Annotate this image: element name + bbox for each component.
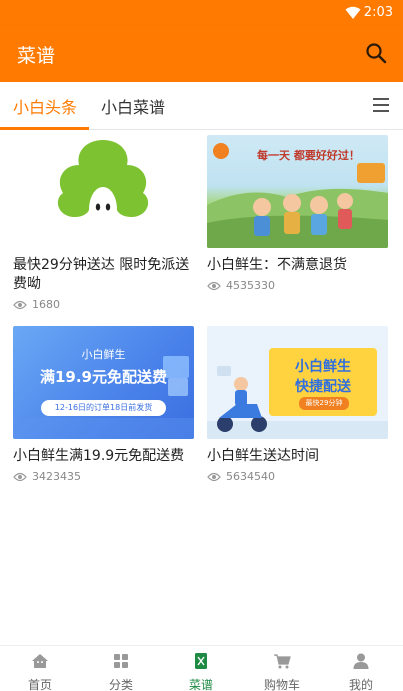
bottom-navigation: 首页 分类 菜谱 购物车 我的	[0, 645, 403, 691]
nav-label: 分类	[108, 678, 133, 691]
article-card[interactable]: 最快29分钟送达 限时免派送费呦 1680	[13, 135, 194, 311]
article-title: 小白鲜生送达时间	[207, 448, 319, 464]
page-title: 菜谱	[17, 45, 56, 67]
nav-cart[interactable]: 购物车	[252, 652, 312, 691]
view-count-value: 4535330	[226, 279, 275, 292]
nav-label: 菜谱	[188, 678, 213, 691]
eye-icon	[207, 472, 221, 481]
app-bar: 菜谱	[0, 26, 403, 82]
view-count-value: 3423435	[32, 470, 81, 483]
tab-recipes[interactable]: 小白菜谱	[101, 94, 165, 118]
wifi-icon	[345, 6, 361, 19]
view-count-value: 5634540	[226, 470, 275, 483]
status-time: 2:03	[363, 5, 393, 20]
eye-icon	[13, 300, 27, 309]
brand-logo-icon	[57, 140, 149, 243]
banner-heading: 满19.9元免配送费	[39, 368, 167, 386]
view-count: 5634540	[207, 470, 388, 483]
nav-recipes[interactable]: 菜谱	[171, 652, 231, 691]
nav-label: 我的	[348, 678, 373, 691]
status-bar: 2:03	[0, 0, 403, 26]
menu-icon[interactable]	[373, 98, 389, 112]
nav-label: 购物车	[263, 678, 300, 691]
article-image: 小白鲜生 满19.9元免配送费 12-16日的订单18日前发货	[13, 326, 194, 439]
banner-subheading: 快捷配送	[295, 379, 351, 395]
banner-brand: 小白鲜生	[81, 348, 126, 361]
eye-icon	[207, 281, 221, 290]
article-title: 最快29分钟送达 限时免派送费呦	[13, 257, 190, 292]
article-image: 小白鲜生 快捷配送 最快29分钟	[207, 326, 388, 439]
banner-heading: 小白鲜生	[295, 359, 351, 375]
nav-label: 首页	[27, 678, 52, 691]
article-title: 小白鲜生：不满意退货	[207, 257, 347, 273]
view-count: 3423435	[13, 470, 194, 483]
recipe-book-icon	[195, 653, 207, 669]
nav-home[interactable]: 首页	[10, 652, 70, 691]
article-image	[13, 135, 194, 248]
article-card[interactable]: 小白鲜生 快捷配送 最快29分钟 小白鲜生送达时间 5634540	[207, 326, 388, 483]
view-count: 1680	[13, 298, 194, 311]
article-card[interactable]: 小白鲜生 满19.9元免配送费 12-16日的订单18日前发货 小白鲜生满19.…	[13, 326, 194, 483]
banner-note: 12-16日的订单18日前发货	[41, 400, 166, 416]
article-title: 小白鲜生满19.9元免配送费	[13, 448, 185, 464]
category-tabs: 小白头条 小白菜谱	[0, 82, 403, 130]
grid-icon	[114, 654, 128, 668]
article-image: 每一天 都要好好过！	[207, 135, 388, 248]
article-card[interactable]: 每一天 都要好好过！ 小白鲜生：不满意退货 4535330	[207, 135, 388, 292]
tab-headlines[interactable]: 小白头条	[13, 94, 77, 118]
nav-profile[interactable]: 我的	[331, 652, 391, 691]
view-count: 4535330	[207, 279, 388, 292]
view-count-value: 1680	[32, 298, 60, 311]
cart-icon	[274, 654, 291, 669]
active-tab-indicator	[0, 127, 89, 130]
eye-icon	[13, 472, 27, 481]
search-icon[interactable]	[365, 42, 387, 64]
home-icon	[32, 654, 48, 668]
banner-heading: 每一天 都要好好过！	[257, 149, 360, 162]
user-icon	[353, 653, 369, 669]
nav-category[interactable]: 分类	[91, 652, 151, 691]
banner-note: 最快29分钟	[299, 397, 349, 410]
